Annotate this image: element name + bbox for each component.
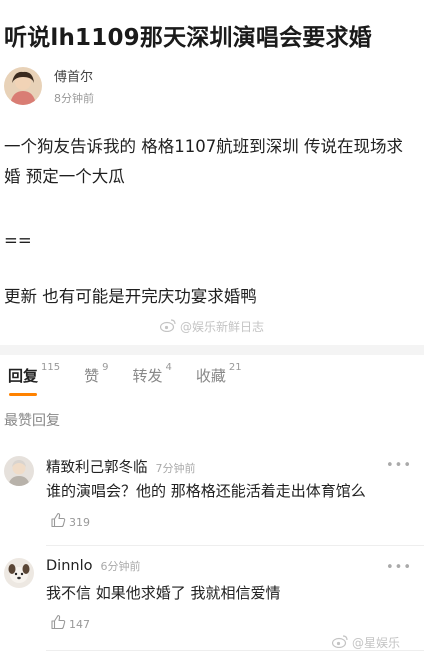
tab-favorites[interactable]: 收藏 21 [195,361,242,386]
post-paragraph: 一个狗友告诉我的 格格1107航班到深圳 传说在现场求婚 预定一个大瓜 [4,137,403,186]
like-count: 319 [69,515,90,529]
tab-count: 115 [41,361,61,373]
tab-reposts[interactable]: 转发 4 [132,361,172,386]
watermark: @娱乐新鲜日志 [159,318,265,335]
commenter-avatar[interactable] [4,456,34,486]
watermark: @星娱乐 [331,634,401,651]
tab-label: 回复 [8,366,39,385]
like-button[interactable]: 147 [50,614,90,634]
commenter-name[interactable]: 精致利己郭冬临 [46,456,148,477]
thumbs-up-icon [50,512,66,532]
top-replies-heading: 最赞回复 [4,413,60,429]
post-paragraph: == [4,231,32,250]
commenter-name[interactable]: Dinnlo [46,558,92,574]
post-timestamp: 8分钟前 [54,92,94,105]
commenter-avatar[interactable] [4,558,34,588]
watermark-text: @星娱乐 [352,636,401,650]
author-avatar[interactable] [4,67,42,105]
watermark-text: @娱乐新鲜日志 [180,320,265,334]
tab-likes[interactable]: 赞 9 [84,361,109,386]
comment-divider [46,545,424,546]
comment-text: 我不信 如果他求婚了 我就相信爱情 [46,584,281,602]
thumbs-up-icon [50,614,66,634]
more-dots-icon[interactable]: ••• [386,560,412,575]
section-divider [0,345,424,355]
weibo-logo-icon [331,634,348,651]
like-count: 147 [69,617,90,631]
more-dots-icon[interactable]: ••• [386,458,412,473]
active-tab-indicator [9,392,37,396]
post-title: 听说lh1109那天深圳演唱会要求婚 [4,25,372,51]
interaction-tabs: 回复 115 赞 9 转发 4 收藏 21 [0,355,424,396]
tab-count: 4 [165,361,172,373]
comment-timestamp: 7分钟前 [155,462,196,475]
tab-replies[interactable]: 回复 115 [8,361,61,396]
author-row[interactable]: 傅首尔 8分钟前 [4,64,94,108]
comment-text: 谁的演唱会？他的 那格格还能活着走出体育馆么 [46,482,366,500]
comment-timestamp: 6分钟前 [100,560,141,573]
tab-count: 21 [228,361,242,373]
tab-label: 转发 [132,366,163,385]
tab-label: 赞 [84,366,100,385]
weibo-logo-icon [159,318,176,335]
like-button[interactable]: 319 [50,512,90,532]
tab-count: 9 [102,361,109,373]
tab-label: 收藏 [195,366,226,385]
post-paragraph: 更新 也有可能是开完庆功宴求婚鸭 [4,287,257,306]
author-name[interactable]: 傅首尔 [54,66,94,85]
